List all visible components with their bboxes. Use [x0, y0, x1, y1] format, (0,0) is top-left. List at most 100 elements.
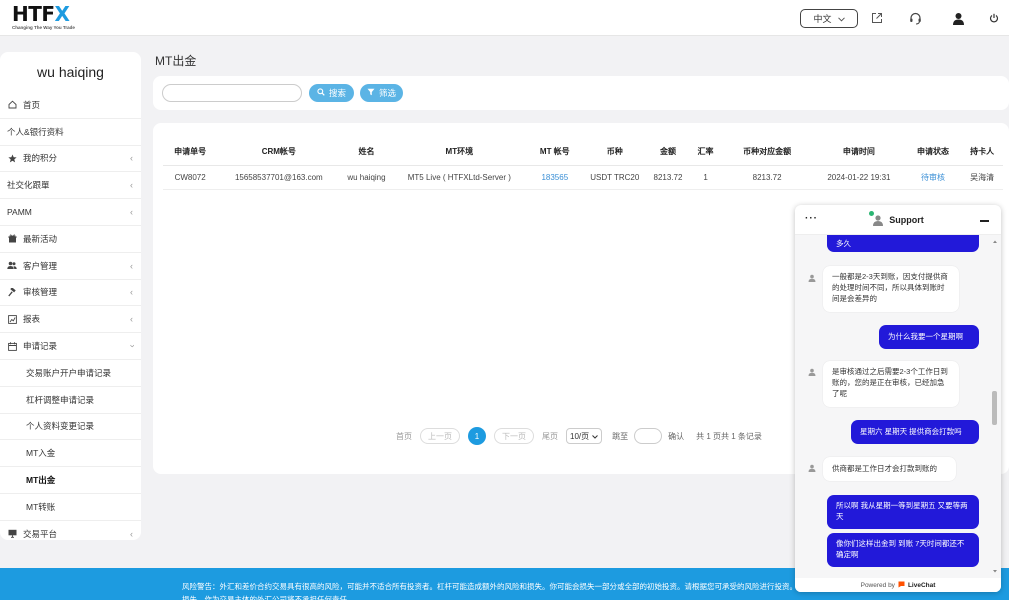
chevron-left-icon: ‹	[130, 287, 133, 298]
cell-cardholder: 吴海清	[961, 165, 1003, 190]
sidebar-item-client-management[interactable]: 客户管理 ‹	[0, 253, 141, 280]
sidebar-item-reports[interactable]: 报表 ‹	[0, 306, 141, 334]
agent-icon	[808, 269, 816, 282]
pagination-summary: 共 1 页共 1 条记录	[696, 431, 762, 441]
sidebar-item-review-management[interactable]: 审核管理 ‹	[0, 280, 141, 307]
chevron-left-icon: ‹	[130, 180, 133, 191]
chat-message-agent: 供商都是工作日才会打款到账的	[823, 457, 956, 481]
sidebar: wu haiqing 首页 个人&银行资料 我的积分 ‹ 社交化跟單 ‹ PAM…	[0, 52, 141, 540]
livechat-brand: LiveChat	[907, 581, 936, 589]
cell-application-time: 2024-01-22 19:31	[813, 165, 905, 190]
search-icon	[317, 88, 325, 98]
sidebar-item-label: 我的积分	[23, 153, 58, 164]
home-icon	[7, 100, 17, 110]
next-page-button[interactable]: 下一页	[494, 428, 534, 444]
chevron-left-icon: ‹	[130, 260, 133, 271]
prev-page-button[interactable]: 上一页	[420, 428, 460, 444]
external-link-icon[interactable]	[868, 9, 886, 27]
sidebar-item-application-records[interactable]: 申请记录 ‹	[0, 333, 141, 360]
search-bar: 搜索 筛选	[153, 76, 1009, 110]
column-header: 持卡人	[961, 139, 1003, 166]
page-size-select[interactable]: 10/页	[566, 428, 603, 444]
sidebar-item-latest-events[interactable]: 最新活动	[0, 226, 141, 253]
chat-title: Support	[889, 214, 924, 225]
powered-by-label: Powered by	[860, 581, 895, 589]
sidebar-item-profile-change-records[interactable]: 个人资料变更记录	[0, 414, 141, 441]
cell-mt-environment: MT5 Live ( HTFXLtd-Server )	[392, 165, 527, 190]
sidebar-item-mt-transfer[interactable]: MT转账	[0, 494, 141, 521]
user-profile-icon[interactable]	[949, 9, 967, 27]
column-header: 币种	[583, 139, 647, 166]
htfx-logo[interactable]: HTFX Changing The Way You Trade	[12, 4, 82, 32]
sidebar-item-mt-deposit[interactable]: MT入金	[0, 440, 141, 468]
cell-converted-amount: 8213.72	[721, 165, 814, 190]
sidebar-item-leverage-records[interactable]: 杠杆调整申请记录	[0, 387, 141, 414]
sidebar-item-label: 个人资料变更记录	[26, 421, 95, 432]
search-input[interactable]	[162, 84, 302, 102]
power-icon[interactable]	[985, 9, 1003, 27]
sidebar-item-label: MT转账	[26, 501, 56, 512]
chat-messages: 多久 一般都是2-3天到账，因支付提供商的处理时间不同，所以具体到账时间是会差异…	[795, 235, 1001, 578]
logo-tagline: Changing The Way You Trade	[12, 25, 75, 30]
sidebar-item-pamm[interactable]: PAMM ‹	[0, 199, 141, 226]
column-header: MT环境	[392, 139, 527, 166]
filter-button-label: 筛选	[378, 88, 396, 98]
column-header: 币种对应金额	[721, 139, 814, 166]
column-header: 申请单号	[163, 139, 218, 166]
agent-avatar-icon	[869, 210, 884, 226]
gavel-icon	[7, 287, 17, 297]
sidebar-item-label: 首页	[23, 99, 41, 110]
chat-message-customer: 所以啊 我从星期一等到星期五 又要等两天	[827, 495, 979, 529]
jump-page-input[interactable]	[634, 428, 663, 444]
sidebar-item-label: 交易平台	[23, 528, 58, 539]
agent-icon	[808, 459, 816, 472]
sidebar-item-label: 最新活动	[23, 233, 58, 244]
sidebar-item-home[interactable]: 首页	[0, 92, 141, 119]
sidebar-item-my-points[interactable]: 我的积分 ‹	[0, 146, 141, 173]
language-select[interactable]: 中文	[800, 9, 858, 28]
monitor-icon	[7, 529, 17, 539]
cell-amount: 8213.72	[646, 165, 690, 190]
more-options-icon[interactable]: ···	[805, 213, 818, 224]
column-header: 金额	[646, 139, 690, 166]
column-header: 姓名	[340, 139, 393, 166]
search-button-label: 搜索	[328, 88, 346, 98]
column-header: MT 帐号	[526, 139, 584, 166]
sidebar-item-account-opening-records[interactable]: 交易账户开户申请记录	[0, 360, 141, 387]
star-icon	[7, 153, 17, 163]
column-header: 申请状态	[904, 139, 962, 166]
sidebar-item-mt-withdrawal[interactable]: MT出金	[0, 467, 141, 494]
chat-powered-by[interactable]: Powered by LiveChat	[795, 578, 1001, 592]
livechat-widget: ··· Support 多久 一般都是2-3天到账，因支付提供商的处理时间不同，…	[795, 205, 1001, 592]
cell-crm-account: 15658537701@163.com	[217, 165, 341, 190]
page-number-current[interactable]: 1	[468, 427, 486, 445]
sidebar-item-social-trading[interactable]: 社交化跟單 ‹	[0, 172, 141, 200]
sidebar-item-label: 杠杆调整申请记录	[26, 394, 95, 405]
sidebar-item-label: 社交化跟單	[7, 180, 50, 191]
sidebar-item-label: 客户管理	[23, 260, 58, 271]
filter-button[interactable]: 筛选	[360, 84, 403, 102]
livechat-logo-icon	[898, 581, 905, 590]
chevron-left-icon: ‹	[130, 314, 133, 325]
chevron-left-icon: ‹	[130, 528, 133, 539]
chart-icon	[7, 314, 17, 324]
cell-exchange-rate: 1	[689, 165, 722, 190]
column-header: 汇率	[689, 139, 722, 166]
calendar-icon	[7, 341, 17, 351]
minimize-icon[interactable]	[980, 220, 989, 222]
sidebar-item-personal-bank-info[interactable]: 个人&银行资料	[0, 119, 141, 146]
sidebar-item-label: MT出金	[26, 475, 56, 486]
cell-currency: USDT TRC20	[583, 165, 647, 190]
table-row: CW8072 15658537701@163.com wu haiqing MT…	[163, 165, 1003, 190]
first-page-link[interactable]: 首页	[396, 431, 412, 442]
last-page-link[interactable]: 尾页	[542, 431, 558, 442]
search-button[interactable]: 搜索	[309, 84, 354, 102]
pagination: 首页 上一页 1 下一页 尾页 10/页 跳至 确认 共 1 页共 1 条记录	[396, 427, 762, 445]
chat-header: ··· Support	[795, 205, 1001, 235]
confirm-button[interactable]: 确认	[668, 431, 684, 442]
chat-scrollbar-thumb[interactable]	[992, 391, 997, 425]
chevron-left-icon: ‹	[130, 153, 133, 164]
cell-mt-account-link[interactable]: 183565	[526, 165, 584, 190]
headset-icon[interactable]	[906, 9, 924, 27]
sidebar-item-trading-platform[interactable]: 交易平台 ‹	[0, 521, 141, 540]
